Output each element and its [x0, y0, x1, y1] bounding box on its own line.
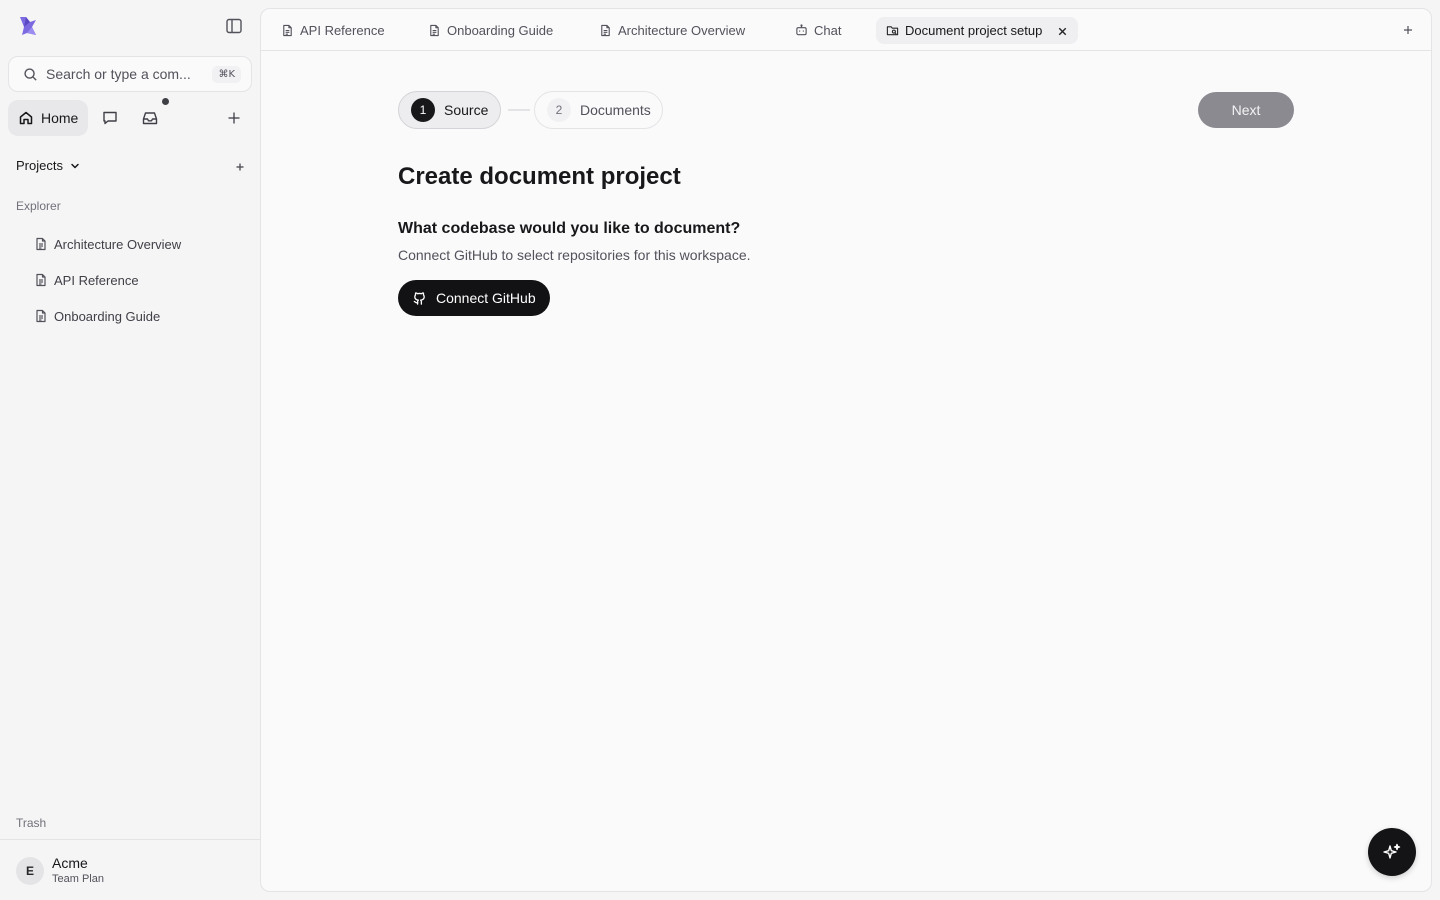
step-label: Documents [580, 102, 651, 118]
tab-architecture-overview[interactable]: Architecture Overview [589, 17, 755, 44]
next-button[interactable]: Next [1198, 92, 1294, 128]
new-item-plus-icon[interactable] [225, 109, 243, 127]
sparkles-icon [1382, 842, 1402, 862]
nav-home-button[interactable]: Home [8, 100, 88, 136]
search-icon [23, 67, 38, 82]
file-text-icon [34, 237, 48, 251]
app-logo-icon[interactable] [16, 14, 40, 38]
workspace-plan: Team Plan [52, 873, 104, 885]
explorer-item[interactable]: Onboarding Guide [34, 306, 160, 326]
tab-document-project-setup[interactable]: Document project setup [876, 17, 1079, 44]
chevron-down-icon [69, 160, 81, 172]
sidebar-toggle-icon[interactable] [224, 16, 244, 36]
explorer-label: Explorer [16, 199, 61, 213]
step-number: 2 [547, 98, 571, 122]
command-search[interactable]: ⌘K [8, 56, 252, 92]
github-icon [412, 291, 427, 306]
file-text-icon [281, 24, 294, 37]
file-text-icon [599, 24, 612, 37]
new-tab-plus-icon[interactable] [1401, 23, 1415, 37]
step-connector [508, 109, 530, 111]
bot-icon [795, 24, 808, 37]
page-title: Create document project [398, 163, 681, 190]
file-text-icon [34, 273, 48, 287]
explorer-item-label: Architecture Overview [54, 236, 182, 252]
step-source[interactable]: 1 Source [398, 91, 501, 129]
tab-bar: API Reference Onboarding Guide Architect… [261, 9, 1431, 51]
projects-dropdown[interactable]: Projects [16, 158, 81, 173]
tab-label: Chat [814, 23, 842, 38]
tab-label: Onboarding Guide [447, 23, 554, 38]
home-icon [18, 110, 34, 126]
trash-link[interactable]: Trash [16, 816, 46, 830]
step-label: Source [444, 102, 489, 118]
section-question: What codebase would you like to document… [398, 220, 741, 237]
folder-search-icon [886, 24, 899, 37]
tab-api-reference[interactable]: API Reference [271, 17, 395, 44]
explorer-item-label: Onboarding Guide [54, 308, 161, 324]
primary-nav: Home [8, 98, 252, 136]
inbox-unread-dot [162, 98, 169, 105]
tab-label: API Reference [300, 23, 385, 38]
nav-home-label: Home [41, 110, 79, 126]
file-text-icon [34, 309, 48, 323]
workspace-name: Acme [52, 855, 88, 871]
file-text-icon [428, 24, 441, 37]
close-icon[interactable] [1056, 25, 1068, 37]
ai-assistant-button[interactable] [1368, 828, 1416, 876]
search-input[interactable] [46, 66, 213, 82]
tab-label: Document project setup [905, 23, 1043, 38]
projects-label: Projects [16, 158, 63, 173]
explorer-item[interactable]: API Reference [34, 270, 139, 290]
inbox-icon[interactable] [141, 109, 159, 127]
explorer-item-label: API Reference [54, 272, 139, 288]
tab-onboarding-guide[interactable]: Onboarding Guide [418, 17, 563, 44]
add-project-plus-icon[interactable] [233, 160, 247, 174]
connect-github-label: Connect GitHub [436, 290, 536, 306]
connect-github-button[interactable]: Connect GitHub [398, 280, 550, 316]
main-panel: API Reference Onboarding Guide Architect… [260, 8, 1432, 892]
shortcut-badge: ⌘K [212, 65, 241, 83]
explorer-item[interactable]: Architecture Overview [34, 234, 181, 254]
step-documents[interactable]: 2 Documents [534, 91, 663, 129]
tab-label: Architecture Overview [618, 23, 746, 38]
workspace-switcher[interactable]: E Acme Team Plan [0, 839, 260, 900]
chat-icon[interactable] [101, 109, 119, 127]
step-number: 1 [411, 98, 435, 122]
avatar: E [16, 857, 44, 885]
tab-chat[interactable]: Chat [785, 17, 851, 44]
helper-text: Connect GitHub to select repositories fo… [398, 247, 751, 263]
sidebar: ⌘K Home Pr [0, 0, 260, 900]
